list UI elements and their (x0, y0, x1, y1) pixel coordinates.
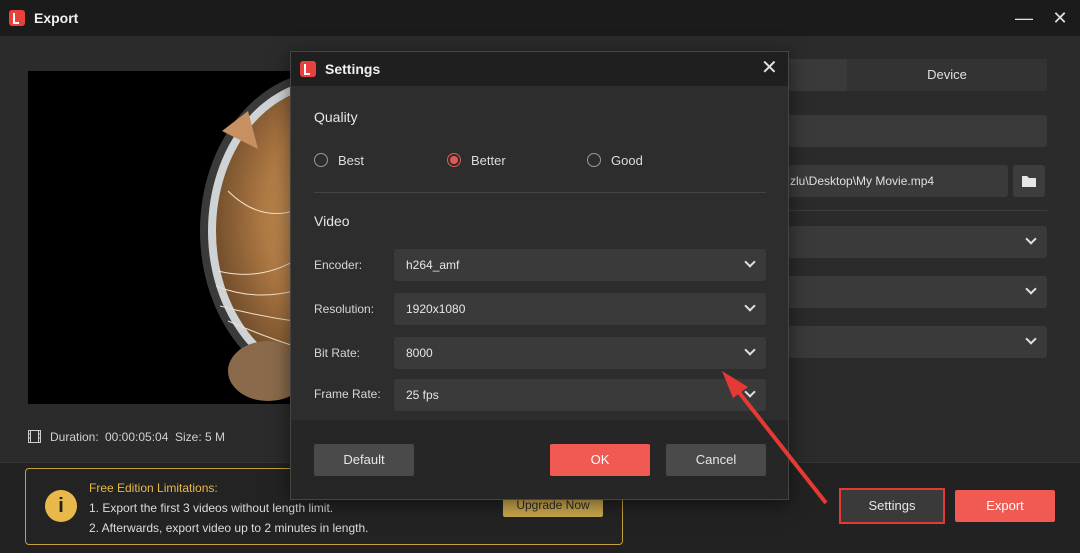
app-logo-icon (300, 61, 316, 77)
close-window-button[interactable]: ✕ (1050, 8, 1070, 28)
size-label: Size: (175, 430, 202, 444)
radio-good[interactable] (587, 153, 601, 167)
folder-icon (1022, 176, 1036, 187)
limitation-line-2: 2. Afterwards, export video up to 2 minu… (89, 521, 369, 535)
bitrate-value: 8000 (406, 346, 433, 360)
framerate-label: Frame Rate: (314, 387, 381, 401)
radio-better-label[interactable]: Better (471, 153, 506, 168)
export-button[interactable]: Export (955, 490, 1055, 522)
video-section-title: Video (314, 213, 350, 229)
limitation-line-1: 1. Export the first 3 videos without len… (89, 501, 334, 515)
browse-folder-button[interactable] (1013, 165, 1045, 197)
info-icon: i (45, 490, 77, 522)
video-preview (28, 71, 294, 404)
chevron-down-icon (744, 386, 756, 398)
chevron-down-icon (744, 300, 756, 312)
resolution-dropdown[interactable] (788, 326, 1047, 358)
duration-value: 00:00:05:04 (105, 430, 169, 444)
right-panel-divider (788, 210, 1047, 211)
radio-better[interactable] (447, 153, 461, 167)
chevron-down-icon (1025, 233, 1037, 245)
radio-best[interactable] (314, 153, 328, 167)
radio-good-label[interactable]: Good (611, 153, 643, 168)
dialog-close-button[interactable]: ✕ (761, 58, 778, 78)
section-divider (314, 192, 766, 193)
encoder-select[interactable]: h264_amf (394, 249, 766, 281)
radio-best-label[interactable]: Best (338, 153, 364, 168)
chevron-down-icon (1025, 333, 1037, 345)
resolution-select[interactable]: 1920x1080 (394, 293, 766, 325)
settings-button[interactable]: Settings (839, 488, 945, 524)
framerate-select[interactable]: 25 fps (394, 379, 766, 411)
tab-device[interactable]: Device (847, 59, 1047, 91)
bitrate-select[interactable]: 8000 (394, 337, 766, 369)
settings-dialog: Settings ✕ Quality Best Better Good Vide… (290, 51, 789, 500)
encoder-label: Encoder: (314, 258, 363, 272)
quality-section-title: Quality (314, 109, 358, 125)
film-icon (28, 430, 41, 446)
ok-button[interactable]: OK (550, 444, 650, 476)
app-logo-icon (9, 10, 25, 26)
encoder-value: h264_amf (406, 258, 460, 272)
minimize-button[interactable]: — (1014, 8, 1034, 28)
resolution-value: 1920x1080 (406, 302, 466, 316)
quality-dropdown[interactable] (788, 276, 1047, 308)
window-titlebar: Export — ✕ (0, 0, 1080, 36)
default-button[interactable]: Default (314, 444, 414, 476)
duration-label: Duration: (50, 430, 99, 444)
cancel-button[interactable]: Cancel (666, 444, 766, 476)
cat-image (198, 71, 294, 404)
save-path-text: zlu\Desktop\My Movie.mp4 (790, 174, 935, 188)
limitations-title: Free Edition Limitations: (89, 481, 218, 495)
dialog-titlebar: Settings ✕ (291, 52, 788, 86)
chevron-down-icon (744, 256, 756, 268)
size-value: 5 M (205, 430, 226, 444)
chevron-down-icon (744, 344, 756, 356)
resolution-label: Resolution: (314, 302, 375, 316)
window-title: Export (34, 10, 79, 26)
bitrate-label: Bit Rate: (314, 346, 361, 360)
chevron-down-icon (1025, 283, 1037, 295)
format-dropdown[interactable] (788, 226, 1047, 258)
dialog-title: Settings (325, 61, 381, 77)
framerate-value: 25 fps (406, 388, 439, 402)
name-field[interactable] (788, 115, 1047, 147)
